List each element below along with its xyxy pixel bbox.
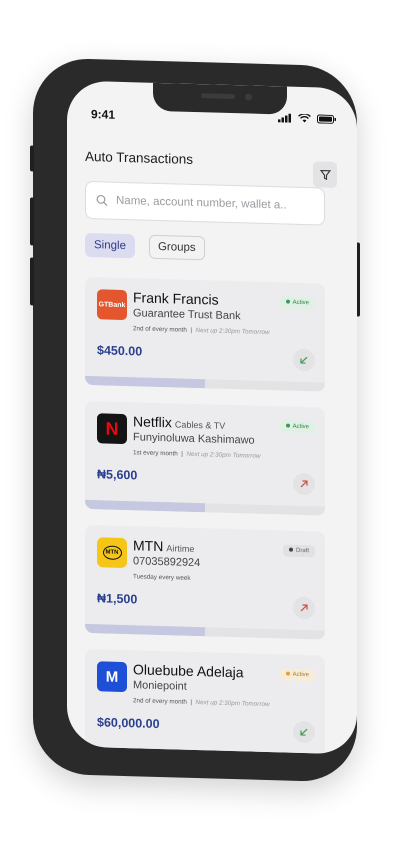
wifi-icon (298, 113, 311, 123)
card-amount: ₦5,600 (97, 467, 138, 483)
progress-fill (85, 747, 205, 755)
progress-fill (85, 499, 205, 513)
tab-groups[interactable]: Groups (148, 234, 205, 261)
status-icons (278, 113, 337, 124)
filter-icon (319, 169, 331, 180)
volume-up-button (30, 197, 34, 246)
card-schedule: 2nd of every month | Next up 2:30pm Tomo… (133, 325, 270, 337)
status-badge: Draft (282, 544, 315, 558)
logo-text: N (105, 418, 119, 439)
signal-icon (278, 113, 291, 123)
card-name: Frank Francis (133, 289, 219, 308)
transaction-card[interactable]: N Netflix Cables & TV Funyinoluwa Kashima… (85, 400, 325, 516)
card-amount: $60,000.00 (97, 715, 160, 732)
search-icon (96, 194, 108, 206)
logo-text: MTN (102, 545, 122, 560)
card-amount: ₦1,500 (97, 591, 138, 607)
filter-button[interactable] (313, 161, 337, 188)
transaction-card[interactable]: MTN MTN Airtime 07035892924 Tuesday every… (85, 524, 325, 640)
transaction-card[interactable]: GTBank Frank Francis Guarantee Trust Ban… (85, 276, 325, 392)
gtbank-logo: GTBank (97, 289, 127, 321)
status-time: 9:41 (91, 107, 116, 122)
arrow-up-right-icon (300, 480, 308, 488)
outgoing-arrow-button[interactable] (293, 596, 315, 620)
logo-text: GTBank (98, 300, 126, 309)
arrow-down-left-icon (300, 728, 308, 736)
tab-single[interactable]: Single (85, 232, 135, 259)
card-subtitle: 07035892924 (133, 555, 201, 570)
incoming-arrow-button[interactable] (293, 348, 315, 372)
card-amount: $450.00 (97, 343, 143, 359)
arrow-up-right-icon (300, 604, 308, 612)
progress-fill (85, 623, 205, 637)
logo-text: M (105, 668, 119, 686)
search-input[interactable] (114, 193, 318, 214)
mute-switch (30, 145, 34, 172)
mtn-logo: MTN (97, 537, 127, 569)
app-screen: 9:41 Auto Transactions Name, account num… (67, 80, 357, 755)
status-badge: Active (279, 296, 315, 310)
progress-bar (85, 499, 325, 516)
card-schedule: Tuesday every week (133, 573, 191, 582)
volume-down-button (30, 257, 34, 306)
speaker (201, 93, 235, 100)
card-schedule: 2nd of every month | Next up 2:30pm Tomo… (133, 697, 270, 709)
card-name: Netflix Cables & TV (133, 413, 226, 431)
card-subtitle: Moniepoint (133, 679, 187, 693)
progress-bar (85, 375, 325, 392)
netflix-logo: N (97, 413, 127, 445)
progress-fill (85, 375, 205, 389)
card-subtitle: Funyinoluwa Kashimawo (133, 431, 255, 447)
card-subtitle: Guarantee Trust Bank (133, 307, 241, 323)
card-name: Oluebube Adelaja (133, 661, 244, 681)
phone-frame: 9:41 Auto Transactions Name, account num… (30, 57, 360, 783)
progress-bar (85, 623, 325, 640)
tab-bar: Single Groups (85, 232, 205, 261)
arrow-down-left-icon (300, 356, 308, 364)
battery-icon (317, 114, 336, 124)
transaction-card[interactable]: M Oluebube Adelaja Moniepoint 2nd of eve… (85, 648, 325, 755)
card-name: MTN Airtime (133, 537, 195, 555)
notch (153, 82, 287, 115)
moniepoint-logo: M (97, 661, 127, 693)
incoming-arrow-button[interactable] (293, 720, 315, 744)
progress-bar (85, 747, 325, 755)
front-camera (245, 93, 252, 101)
card-schedule: 1st every month | Next up 2:30pm Tomorro… (133, 449, 261, 460)
search-bar[interactable] (85, 180, 325, 226)
status-badge: Active (279, 668, 315, 682)
outgoing-arrow-button[interactable] (293, 472, 315, 496)
page-title: Auto Transactions (85, 148, 194, 167)
status-badge: Active (279, 420, 315, 434)
